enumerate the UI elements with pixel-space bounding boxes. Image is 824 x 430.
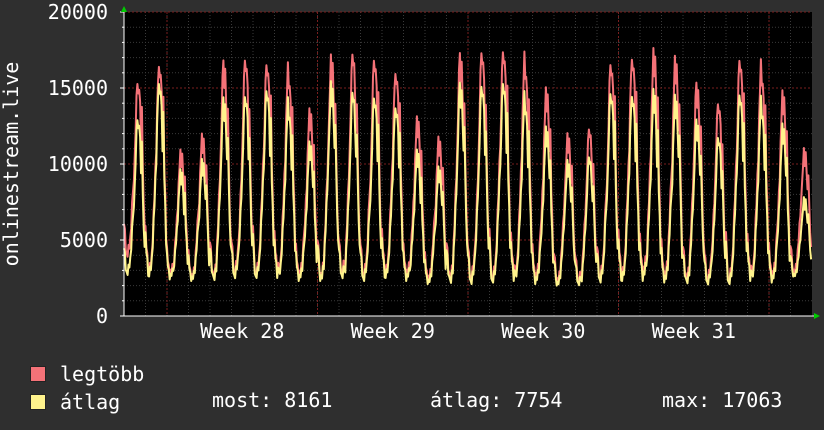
x-tick-label: Week 31 — [652, 319, 736, 343]
stat-maximum: max: 17063 — [662, 388, 783, 412]
y-tick-label: 5000 — [60, 228, 108, 252]
x-tick-label: Week 30 — [501, 319, 585, 343]
legend-label-max: legtöbb — [60, 362, 145, 386]
stats-row: most: 8161 átlag: 7754 max: 17063 — [0, 388, 824, 418]
x-axis-arrow-icon — [814, 313, 820, 319]
y-axis-label: onlinestream.live — [0, 62, 23, 267]
x-tick-label: Week 29 — [351, 319, 435, 343]
y-tick-label: 10000 — [48, 152, 108, 176]
y-axis-arrow-icon — [121, 6, 127, 12]
stat-current: most: 8161 — [212, 388, 333, 412]
x-tick-label: Week 28 — [200, 319, 284, 343]
y-tick-label: 0 — [96, 304, 108, 328]
stat-average: átlag: 7754 — [430, 388, 563, 412]
chart-container: 0 5000 10000 15000 20000 Week 28 Week 29 Week 3… — [0, 0, 824, 430]
legend-swatch-max — [30, 366, 46, 382]
y-tick-label: 15000 — [48, 76, 108, 100]
y-tick-label: 20000 — [48, 0, 108, 24]
legend-item-max: legtöbb — [30, 362, 144, 386]
